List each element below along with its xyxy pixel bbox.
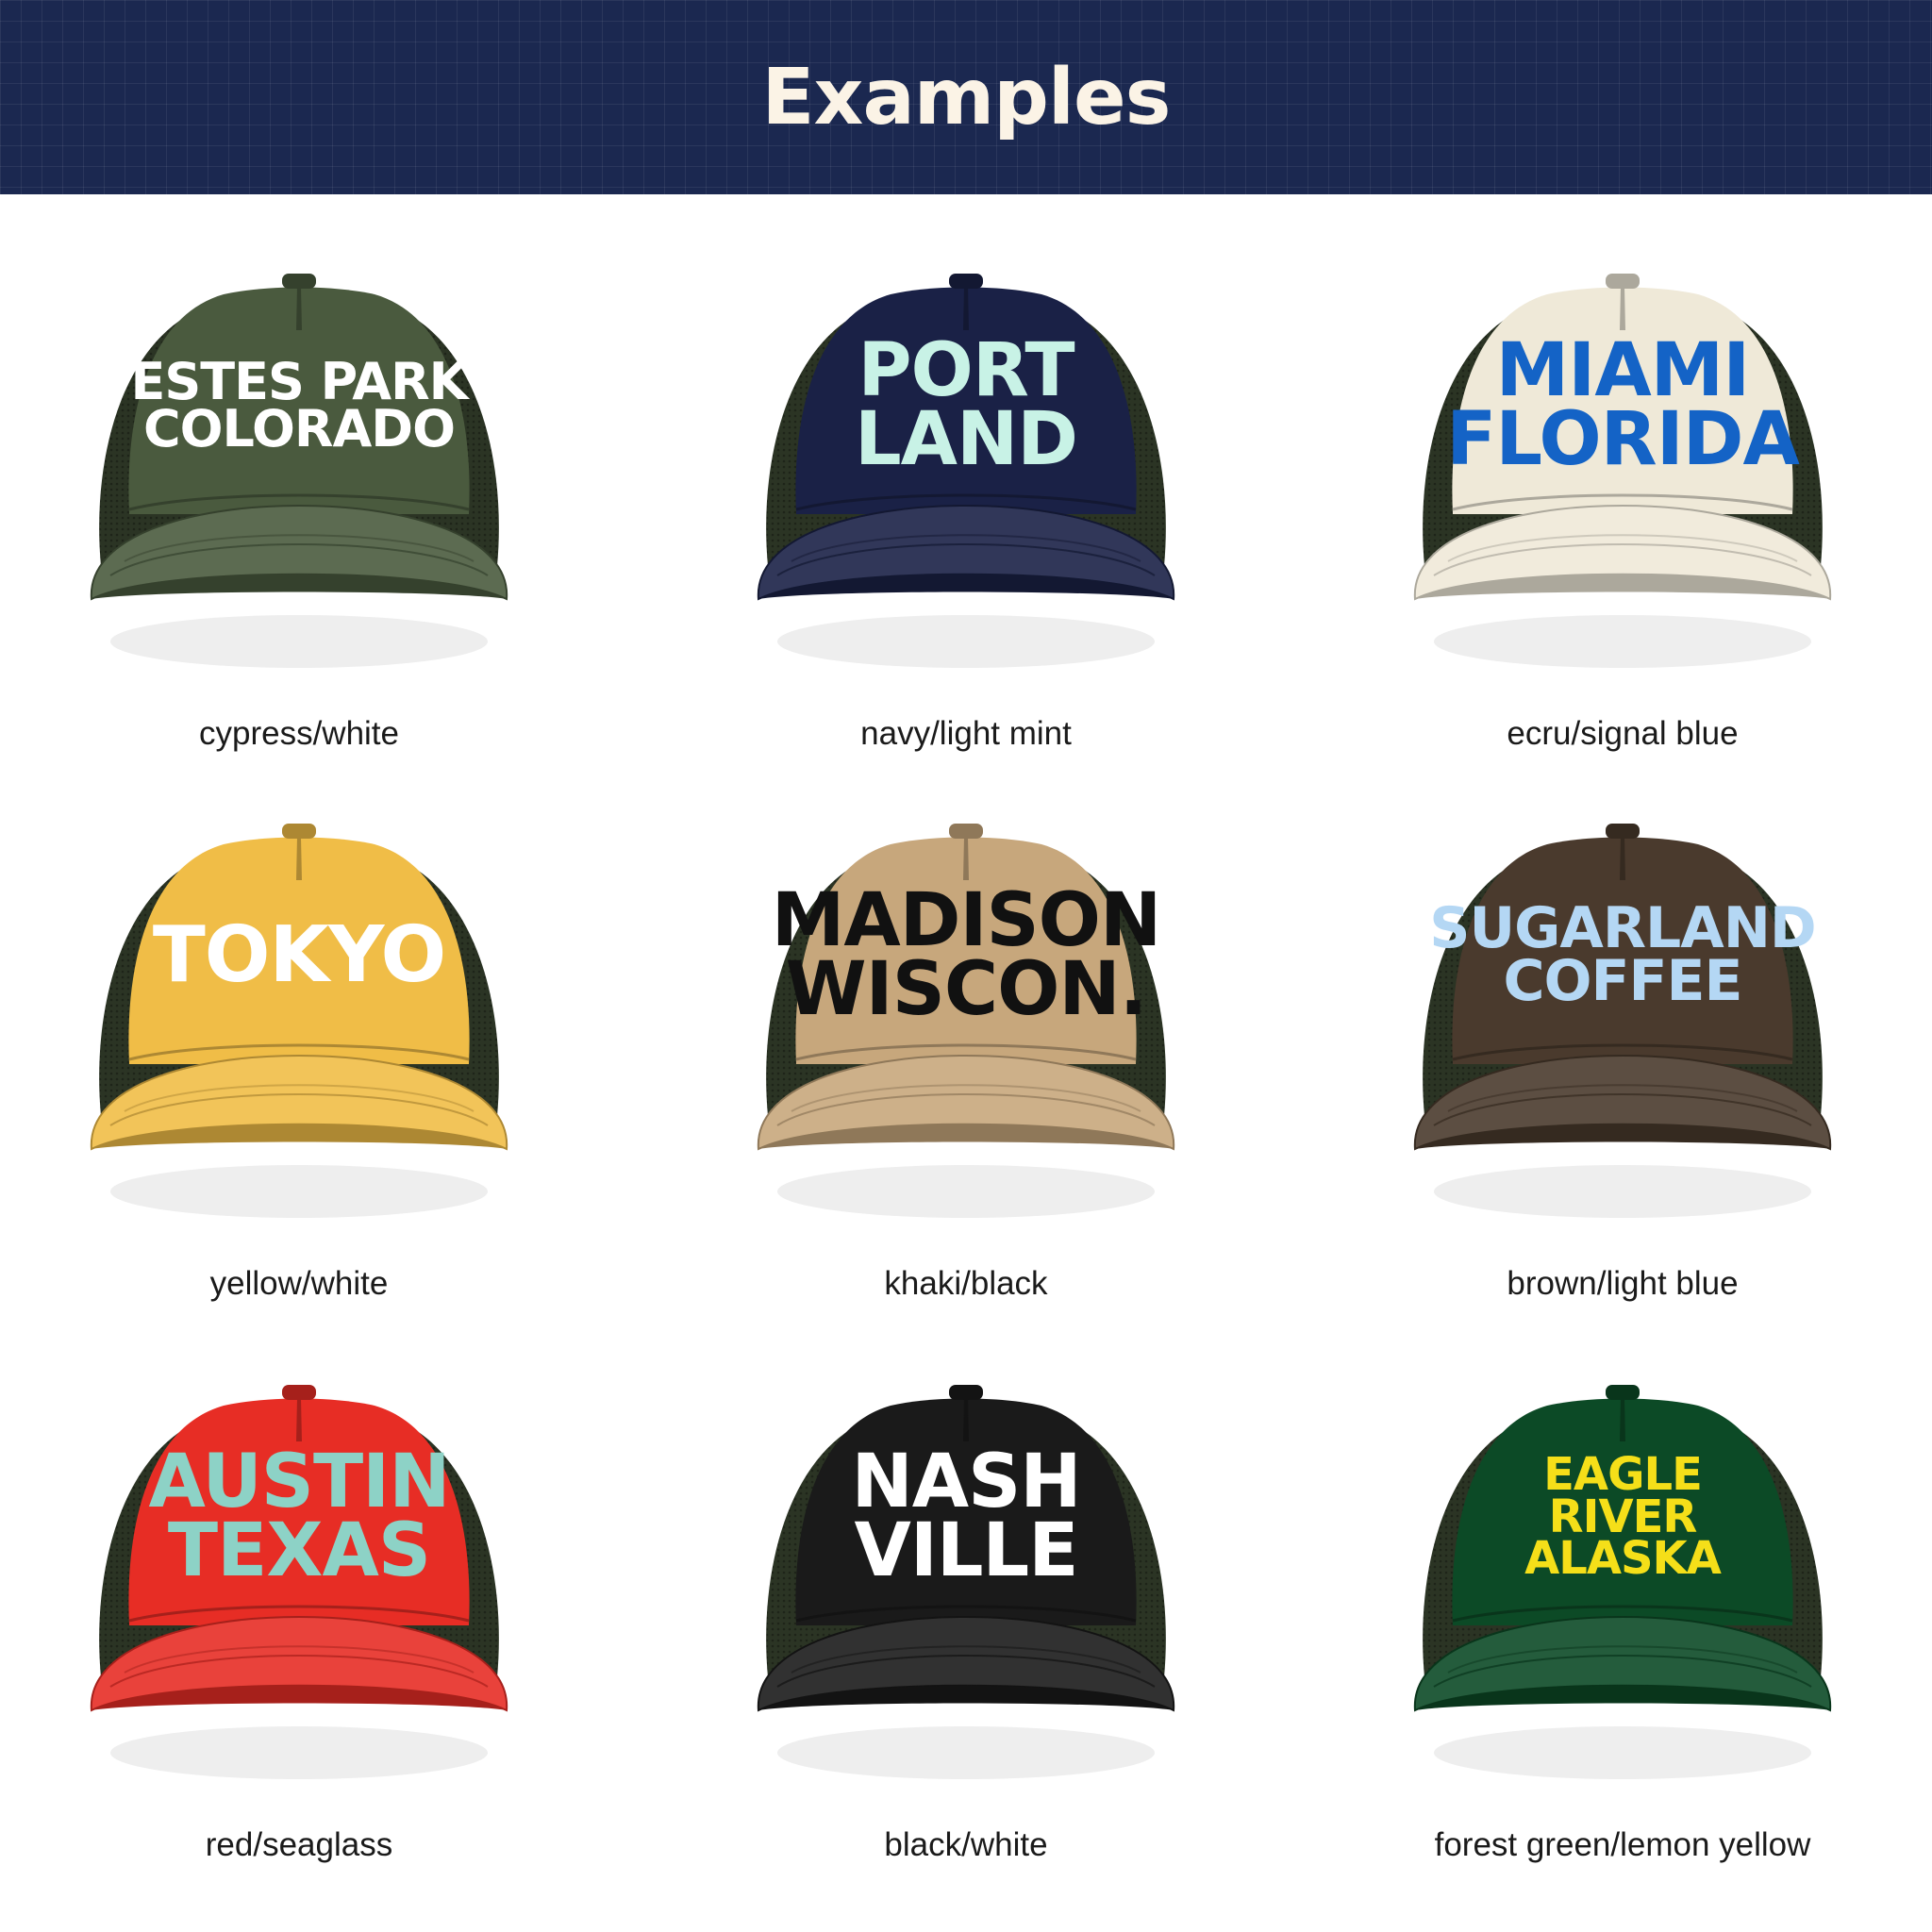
header-banner: Examples [0, 0, 1932, 194]
hat-caption: forest green/lemon yellow [1434, 1826, 1811, 1863]
hat-print-line: COFFEE [1503, 947, 1743, 1014]
hat-card: MIAMI FLORIDA ecru/signal blue [1358, 226, 1887, 755]
hat-caption: brown/light blue [1507, 1265, 1739, 1302]
hat-print-line: LAND [854, 396, 1078, 482]
hat-caption: ecru/signal blue [1507, 715, 1739, 752]
hat-print-line: WISCON. [785, 946, 1148, 1032]
hat-print-line: MIAMI [1495, 328, 1751, 414]
page-title: Examples [761, 52, 1172, 142]
hat-print-line: AUSTIN [148, 1440, 451, 1525]
hat-print-text: TOKYO [92, 909, 507, 1000]
trucker-hat-image [35, 776, 563, 1248]
hat-print-line: COLORADO [142, 398, 456, 458]
hat-print-line: ALASKA [1524, 1532, 1722, 1586]
hat-print-text: NASH VILLE [758, 1440, 1174, 1593]
hat-caption: red/seaglass [205, 1826, 393, 1863]
hat-card: SUGARLAND COFFEE brown/light blue [1358, 776, 1887, 1305]
hat-card: EAGLE RIVER ALASKA forest green/lemon yello… [1358, 1338, 1887, 1866]
hat-print-line: VILLE [854, 1507, 1078, 1593]
hat-print-text: ESTES PARK COLORADO [92, 356, 507, 458]
hat-print-text: AUSTIN TEXAS [92, 1440, 507, 1593]
hat-card: ESTES PARK COLORADO cypress/white [35, 226, 563, 755]
hat-print-line: FLORIDA [1446, 396, 1800, 482]
hat-card: NASH VILLE black/white [702, 1338, 1230, 1866]
hat-print-text: MADISON WISCON. [758, 878, 1174, 1032]
trucker-hat-image [35, 226, 563, 698]
hat-caption: yellow/white [209, 1265, 389, 1302]
hat-print-text: MIAMI FLORIDA [1415, 328, 1830, 482]
hat-caption: khaki/black [884, 1265, 1048, 1302]
hat-card: MADISON WISCON. khaki/black [702, 776, 1230, 1305]
hat-print-text: SUGARLAND COFFEE [1415, 900, 1830, 1014]
hat-print-text: EAGLE RIVER ALASKA [1415, 1448, 1830, 1586]
hat-card: PORT LAND navy/light mint [702, 226, 1230, 755]
hat-card: TOKYO yellow/white [35, 776, 563, 1305]
hat-print-line: NASH [851, 1440, 1081, 1525]
hat-print-line: EAGLE [1543, 1448, 1703, 1502]
hat-print-line: PORT [858, 328, 1074, 414]
hat-print-text: PORT LAND [758, 328, 1174, 482]
hat-caption: navy/light mint [860, 715, 1072, 752]
hat-card: AUSTIN TEXAS red/seaglass [35, 1338, 563, 1866]
hat-print-line: MADISON [771, 878, 1162, 964]
hat-print-line: TOKYO [152, 909, 446, 1000]
hat-caption: black/white [884, 1826, 1048, 1863]
hat-grid: ESTES PARK COLORADO cypress/white PORT LAND… [0, 194, 1932, 1932]
hat-print-line: TEXAS [167, 1507, 431, 1593]
hat-caption: cypress/white [198, 715, 400, 752]
